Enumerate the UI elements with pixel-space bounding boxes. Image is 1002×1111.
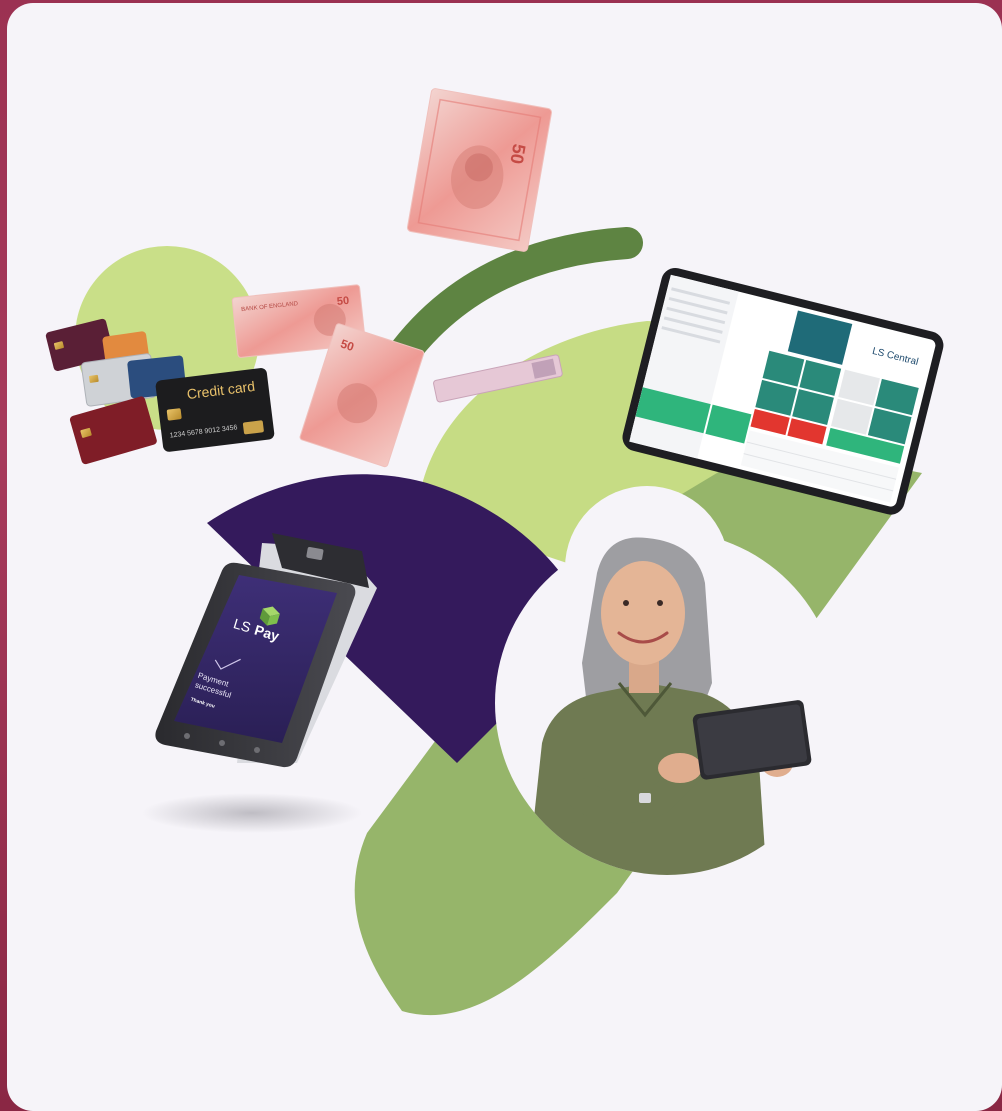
- banknote-large: 50: [406, 88, 553, 252]
- illustration: 50 BANK OF ENGLAND 50 50 Credit card 123…: [45, 88, 944, 1016]
- credit-card-main: Credit card 1234 5678 9012 3456: [155, 368, 275, 452]
- payment-terminal: LS Pay Payment successful Thank you: [155, 533, 377, 768]
- hero-card: 50 BANK OF ENGLAND 50 50 Credit card 123…: [7, 3, 1002, 1111]
- svg-text:50: 50: [506, 142, 529, 165]
- svg-text:50: 50: [336, 295, 349, 308]
- terminal-shadow: [142, 793, 362, 833]
